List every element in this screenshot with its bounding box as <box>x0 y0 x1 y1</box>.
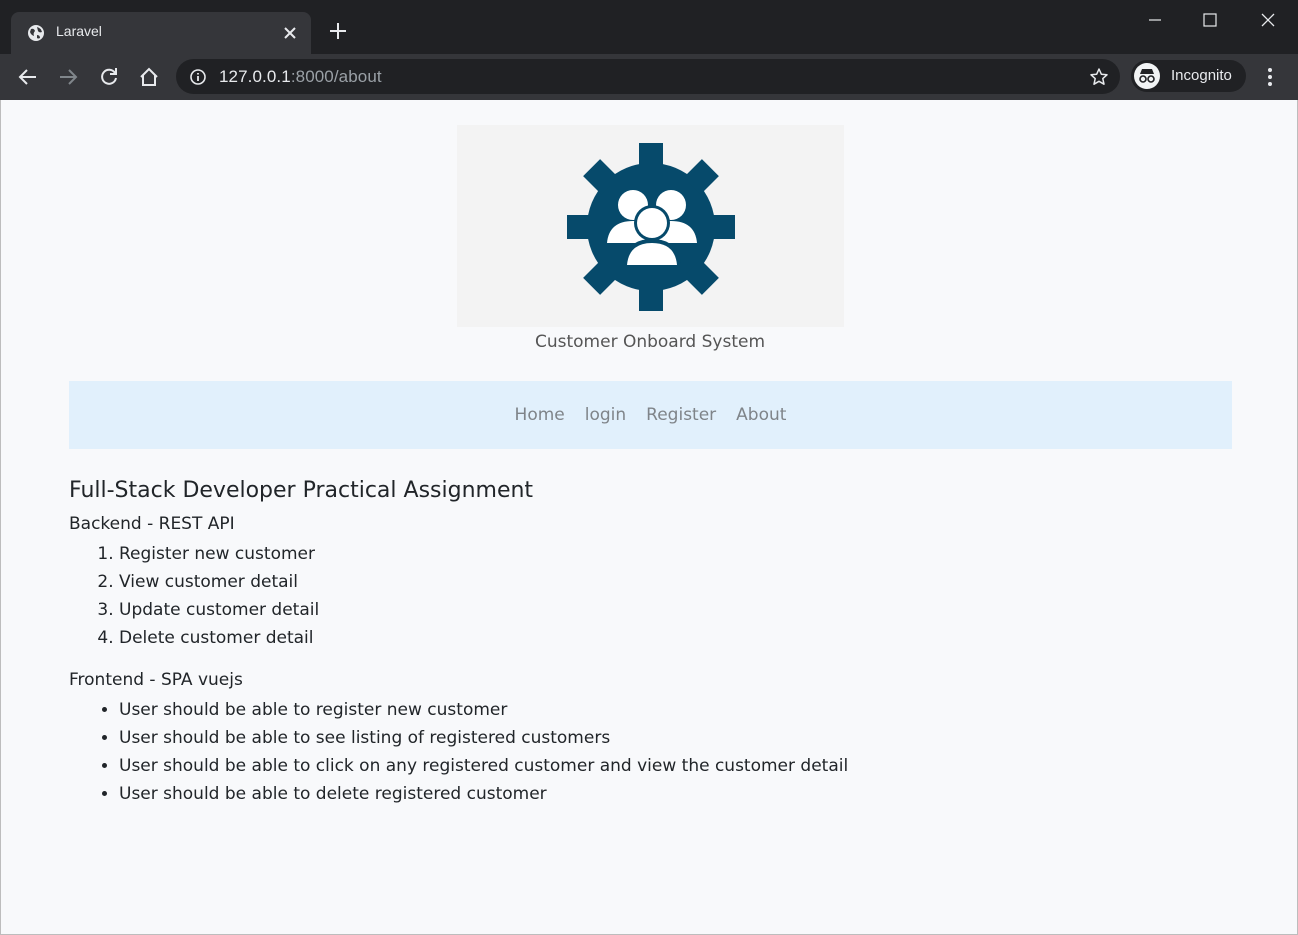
backend-list: Register new customer View customer deta… <box>69 540 1169 652</box>
maximize-icon[interactable] <box>1198 8 1222 32</box>
list-item: Register new customer <box>119 540 1169 568</box>
list-item: User should be able to register new cust… <box>119 696 1169 724</box>
close-window-icon[interactable] <box>1256 8 1280 32</box>
browser-tab[interactable]: Laravel <box>11 12 311 54</box>
list-item: User should be able to click on any regi… <box>119 752 1169 780</box>
backend-heading: Backend - REST API <box>69 514 235 534</box>
back-icon[interactable] <box>16 65 40 89</box>
about-content: Full-Stack Developer Practical Assignmen… <box>69 476 1169 824</box>
frontend-heading: Frontend - SPA vuejs <box>69 670 243 690</box>
customer-gear-logo-icon <box>567 143 735 311</box>
home-icon[interactable] <box>137 65 161 89</box>
nav-link-home[interactable]: Home <box>515 405 565 425</box>
incognito-profile-button[interactable]: Incognito <box>1131 60 1246 92</box>
forward-icon[interactable] <box>56 65 80 89</box>
bookmark-star-icon[interactable] <box>1089 67 1109 87</box>
nav-link-register[interactable]: Register <box>646 405 716 425</box>
nav-link-about[interactable]: About <box>736 405 786 425</box>
list-item: Delete customer detail <box>119 624 1169 652</box>
list-item: View customer detail <box>119 568 1169 596</box>
address-bar[interactable]: 127.0.0.1:8000/about <box>176 59 1120 94</box>
reload-icon[interactable] <box>97 65 121 89</box>
globe-icon <box>28 25 44 41</box>
tab-title: Laravel <box>56 23 102 39</box>
frontend-list: User should be able to register new cust… <box>69 696 1169 808</box>
browser-toolbar: 127.0.0.1:8000/about Incognito <box>0 54 1298 100</box>
new-tab-icon[interactable] <box>327 20 349 42</box>
url-host: 127.0.0.1 <box>219 67 291 86</box>
close-tab-icon[interactable] <box>281 24 299 42</box>
nav-link-login[interactable]: login <box>585 405 626 425</box>
logo-container <box>457 125 844 327</box>
more-menu-icon[interactable] <box>1260 66 1280 88</box>
info-icon[interactable] <box>189 68 207 86</box>
incognito-label: Incognito <box>1171 67 1232 84</box>
minimize-icon[interactable] <box>1143 8 1167 32</box>
page-title: Full-Stack Developer Practical Assignmen… <box>69 478 534 503</box>
browser-tab-strip: Laravel <box>0 0 1298 54</box>
url-text: 127.0.0.1:8000/about <box>219 67 382 87</box>
list-item: User should be able to see listing of re… <box>119 724 1169 752</box>
page-viewport: Customer Onboard System Home login Regis… <box>0 100 1298 935</box>
site-name: Customer Onboard System <box>534 332 766 352</box>
list-item: Update customer detail <box>119 596 1169 624</box>
list-item: User should be able to delete registered… <box>119 780 1169 808</box>
main-navbar: Home login Register About <box>69 381 1232 449</box>
incognito-icon <box>1134 63 1160 89</box>
url-path: :8000/about <box>290 67 382 86</box>
